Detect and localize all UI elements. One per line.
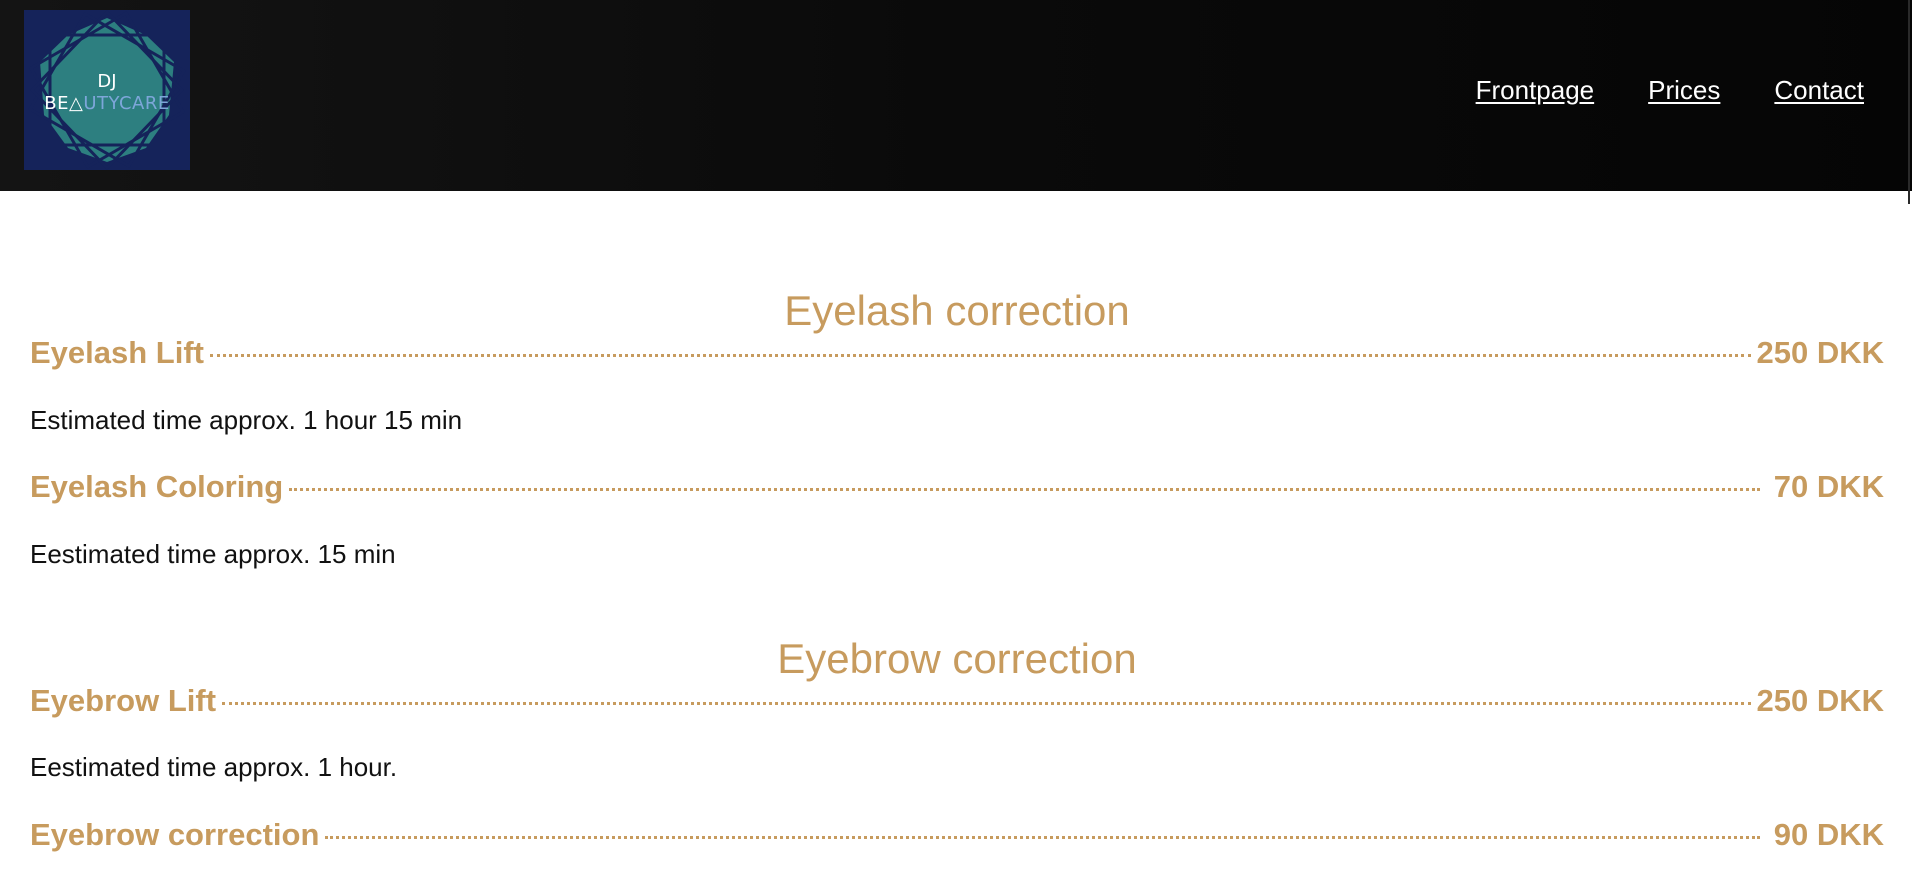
logo-triangle-a: △ xyxy=(68,93,84,114)
service-name: Eyelash Lift xyxy=(30,335,204,370)
nav-link-prices[interactable]: Prices xyxy=(1648,74,1720,106)
scrollbar-edge[interactable] xyxy=(1908,0,1910,204)
brand-logo[interactable]: DJ BE△UTYCARE xyxy=(24,10,190,170)
dotted-leader xyxy=(325,836,1760,839)
section-title-eyebrow: Eyebrow correction xyxy=(777,635,1137,682)
service-name: Eyebrow correction xyxy=(30,817,320,852)
service-name: Eyelash Coloring xyxy=(30,469,284,504)
service-price: 250 DKK xyxy=(1756,683,1885,718)
dotted-leader xyxy=(289,488,1760,491)
logo-text-be: BE xyxy=(44,93,69,114)
site-header: DJ BE△UTYCARE Frontpage Prices Contact xyxy=(0,0,1912,191)
service-price: 250 DKK xyxy=(1756,335,1885,370)
service-price: 70 DKK xyxy=(1773,469,1884,504)
price-row-eyelash-coloring: Eyelash Coloring 70 DKK xyxy=(30,468,1884,506)
service-description: Eestimated time approx. 15 min xyxy=(30,539,396,569)
service-name: Eyebrow Lift xyxy=(30,683,217,718)
price-row-eyelash-lift: Eyelash Lift 250 DKK xyxy=(30,334,1884,372)
logo-text-utycare: UTYCARE xyxy=(83,93,170,114)
dotted-leader xyxy=(222,702,1751,705)
dotted-leader xyxy=(210,354,1751,357)
logo-text-beautycare: BE△UTYCARE xyxy=(24,94,190,114)
nav-link-contact[interactable]: Contact xyxy=(1774,74,1864,106)
logo-text-dj: DJ xyxy=(97,71,117,92)
main-nav: Frontpage Prices Contact xyxy=(1476,74,1864,106)
service-description: Eestimated time approx. 1 hour. xyxy=(30,752,398,782)
service-description: Estimated time approx. 1 hour 15 min xyxy=(30,405,463,435)
price-row-eyebrow-correction: Eyebrow correction 90 DKK xyxy=(30,816,1884,854)
section-title-eyelash: Eyelash correction xyxy=(784,287,1130,334)
service-price: 90 DKK xyxy=(1773,817,1884,852)
price-row-eyebrow-lift: Eyebrow Lift 250 DKK xyxy=(30,682,1884,720)
nav-link-frontpage[interactable]: Frontpage xyxy=(1476,74,1595,106)
